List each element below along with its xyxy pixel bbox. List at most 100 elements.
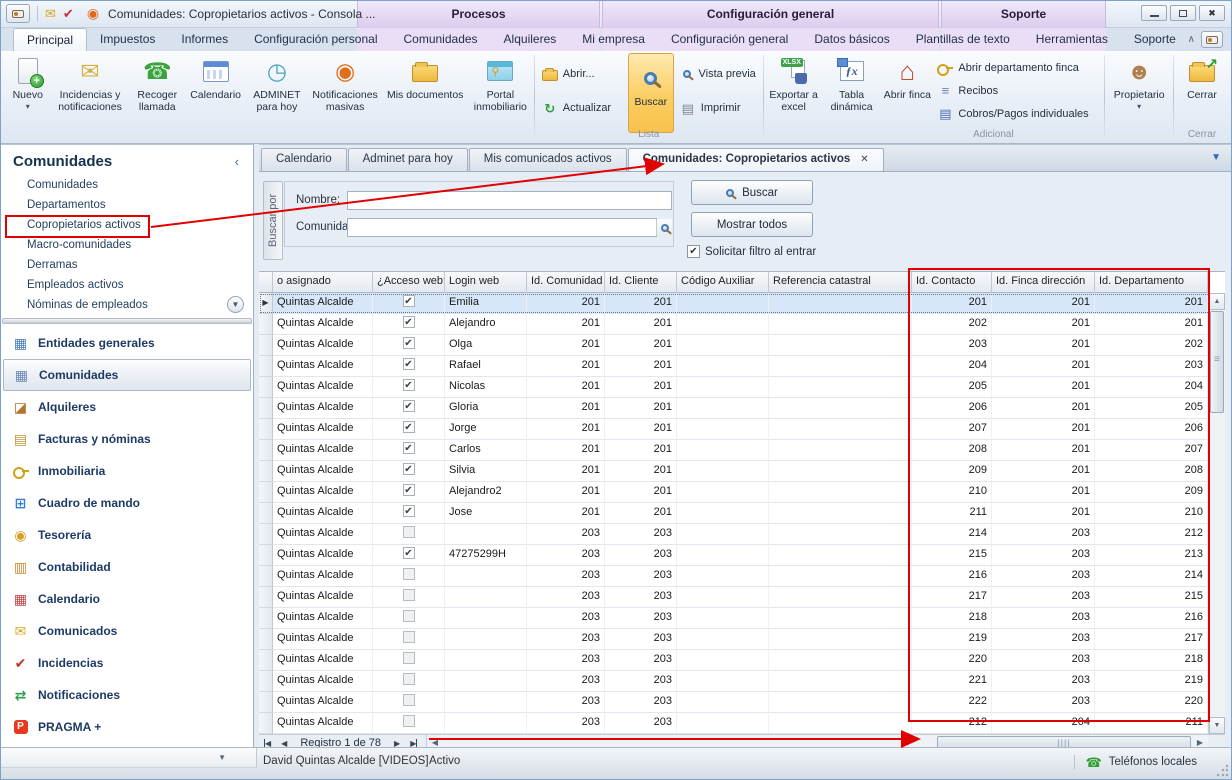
- portal-inmobiliario-button[interactable]: Portal inmobiliario: [468, 53, 533, 113]
- sidebar-item-macro-comunidades[interactable]: Macro-comunidades: [1, 235, 253, 255]
- solicitar-filtro-checkbox[interactable]: ✔: [687, 245, 700, 258]
- acceso-web-checkbox[interactable]: ✔: [403, 316, 415, 328]
- cobros-pagos-button[interactable]: ▤ Cobros/Pagos individuales: [933, 103, 1101, 125]
- sidebar-nav-pragma[interactable]: PPRAGMA +: [1, 711, 253, 743]
- table-row[interactable]: Quintas Alcalde203203219203217: [259, 629, 1225, 650]
- vista-previa-button[interactable]: Vista previa: [676, 63, 760, 85]
- help-button[interactable]: [1201, 31, 1223, 48]
- ribbon-tab-alquileres[interactable]: Alquileres: [491, 28, 570, 51]
- sidebar-item-nominas-de-empleados[interactable]: Nóminas de empleados: [1, 295, 253, 315]
- mis-documentos-button[interactable]: Mis documentos: [383, 53, 468, 101]
- buscar-ribbon-button[interactable]: Buscar: [628, 53, 674, 133]
- close-tab-icon[interactable]: ✕: [860, 153, 868, 171]
- telefonos-locales-button[interactable]: ☎ Teléfonos locales: [1074, 755, 1197, 769]
- table-row[interactable]: Quintas Alcalde✔Jose201201211201210: [259, 503, 1225, 524]
- acceso-web-checkbox[interactable]: ✔: [403, 421, 415, 433]
- minimize-button[interactable]: [1141, 5, 1167, 21]
- sidebar-item-empleados-activos[interactable]: Empleados activos: [1, 275, 253, 295]
- table-row[interactable]: Quintas Alcalde✔Carlos201201208201207: [259, 440, 1225, 461]
- column-header-id-finca-direccion[interactable]: Id. Finca dirección: [992, 272, 1095, 293]
- app-menu-button[interactable]: [6, 4, 30, 23]
- ribbon-tab-comunidades[interactable]: Comunidades: [391, 28, 491, 51]
- acceso-web-checkbox[interactable]: ✔: [403, 484, 415, 496]
- table-row[interactable]: Quintas Alcalde✔47275299H203203215203213: [259, 545, 1225, 566]
- abrir-button[interactable]: Abrir...: [538, 63, 626, 85]
- comunidad-input[interactable]: [347, 218, 657, 237]
- column-header-codigo-auxiliar[interactable]: Código Auxiliar: [677, 272, 769, 293]
- tasks-icon[interactable]: ✔: [63, 7, 74, 20]
- ribbon-tab-informes[interactable]: Informes: [168, 28, 241, 51]
- table-row[interactable]: Quintas Alcalde203203212204211: [259, 713, 1225, 734]
- sidebar-nav-calendario[interactable]: ▦Calendario: [1, 583, 253, 615]
- calendario-button[interactable]: Calendario: [185, 53, 246, 101]
- acceso-web-checkbox[interactable]: [403, 652, 415, 664]
- ribbon-tab-principal[interactable]: Principal: [13, 28, 87, 51]
- doc-tab-mis-comunicados-activos[interactable]: Mis comunicados activos: [469, 148, 627, 171]
- abrir-finca-button[interactable]: ⌂ Abrir finca: [883, 53, 931, 101]
- doc-tab-adminet-para-hoy[interactable]: Adminet para hoy: [348, 148, 468, 171]
- sidebar-nav-inmobiliaria[interactable]: Inmobiliaria: [1, 455, 253, 487]
- exportar-excel-button[interactable]: XLSX Exportar a excel: [765, 53, 823, 113]
- ribbon-tab-mi-empresa[interactable]: Mi empresa: [569, 28, 658, 51]
- acceso-web-checkbox[interactable]: [403, 610, 415, 622]
- sidebar-nav-facturas-y-nominas[interactable]: ▤Facturas y nóminas: [1, 423, 253, 455]
- sidebar-nav-comunicados[interactable]: ✉Comunicados: [1, 615, 253, 647]
- column-header-id-comunidad[interactable]: Id. Comunidad: [527, 272, 605, 293]
- acceso-web-checkbox[interactable]: ✔: [403, 463, 415, 475]
- sidebar-item-copropietarios-activos[interactable]: Copropietarios activos: [1, 215, 253, 235]
- incidencias-notificaciones-button[interactable]: ✉ Incidencias y notificaciones: [50, 53, 129, 113]
- comunidad-lookup-button[interactable]: [656, 219, 672, 236]
- ribbon-tab-plantillas-de-texto[interactable]: Plantillas de texto: [903, 28, 1023, 51]
- acceso-web-checkbox[interactable]: [403, 589, 415, 601]
- tab-list-dropdown-icon[interactable]: ▼: [1211, 152, 1221, 163]
- acceso-web-checkbox[interactable]: ✔: [403, 295, 415, 307]
- table-row[interactable]: Quintas Alcalde✔Nicolas201201205201204: [259, 377, 1225, 398]
- acceso-web-checkbox[interactable]: ✔: [403, 547, 415, 559]
- nombre-input[interactable]: [347, 191, 672, 210]
- acceso-web-checkbox[interactable]: [403, 526, 415, 538]
- vertical-scroll-thumb[interactable]: [1210, 311, 1224, 413]
- doc-tab-comunidades-copropietarios-activos[interactable]: Comunidades: Copropietarios activos✕: [628, 148, 884, 171]
- actualizar-button[interactable]: ↻ Actualizar: [538, 97, 626, 119]
- table-row[interactable]: Quintas Alcalde✔Alejandro201201202201201: [259, 314, 1225, 335]
- table-row[interactable]: Quintas Alcalde203203214203212: [259, 524, 1225, 545]
- cerrar-button[interactable]: ↗ Cerrar: [1175, 53, 1229, 101]
- doc-tab-calendario[interactable]: Calendario: [261, 148, 347, 171]
- acceso-web-checkbox[interactable]: ✔: [403, 505, 415, 517]
- acceso-web-checkbox[interactable]: ✔: [403, 442, 415, 454]
- nuevo-button[interactable]: + Nuevo▾: [5, 53, 50, 111]
- acceso-web-checkbox[interactable]: ✔: [403, 337, 415, 349]
- column-header-id-contacto[interactable]: Id. Contacto: [912, 272, 992, 293]
- sidebar-item-derramas[interactable]: Derramas: [1, 255, 253, 275]
- acceso-web-checkbox[interactable]: [403, 673, 415, 685]
- table-row[interactable]: Quintas Alcalde203203220203218: [259, 650, 1225, 671]
- restore-button[interactable]: [1170, 5, 1196, 21]
- recibos-button[interactable]: ≡ Recibos: [933, 80, 1101, 102]
- table-row[interactable]: Quintas Alcalde✔Silvia201201209201208: [259, 461, 1225, 482]
- sidebar-nav-alquileres[interactable]: ◪Alquileres: [1, 391, 253, 423]
- acceso-web-checkbox[interactable]: ✔: [403, 379, 415, 391]
- recoger-llamada-button[interactable]: ☎ Recoger llamada: [130, 53, 185, 113]
- resize-grip[interactable]: [1216, 764, 1229, 777]
- column-header-id-cliente[interactable]: Id. Cliente: [605, 272, 677, 293]
- sidebar-nav-incidencias[interactable]: ✔Incidencias: [1, 647, 253, 679]
- scroll-down-icon[interactable]: ▼: [1209, 717, 1225, 734]
- sidebar-nav-tesoreria[interactable]: ◉Tesorería: [1, 519, 253, 551]
- table-row[interactable]: Quintas Alcalde✔Gloria201201206201205: [259, 398, 1225, 419]
- sidebar-splitter[interactable]: [2, 318, 252, 324]
- abrir-departamento-finca-button[interactable]: Abrir departamento finca: [933, 57, 1101, 79]
- table-row[interactable]: Quintas Alcalde203203221203219: [259, 671, 1225, 692]
- table-row[interactable]: Quintas Alcalde203203217203215: [259, 587, 1225, 608]
- imprimir-button[interactable]: ▤ Imprimir: [676, 97, 760, 119]
- table-row[interactable]: Quintas Alcalde✔Rafael201201204201203: [259, 356, 1225, 377]
- notificaciones-masivas-button[interactable]: ◉ Notificaciones masivas: [308, 53, 383, 113]
- ribbon-tab-configuracion-personal[interactable]: Configuración personal: [241, 28, 390, 51]
- column-header-login-web[interactable]: Login web: [445, 272, 527, 293]
- acceso-web-checkbox[interactable]: [403, 715, 415, 727]
- sidebar-nav-comunidades[interactable]: ▦Comunidades: [3, 359, 251, 391]
- mostrar-todos-button[interactable]: Mostrar todos: [691, 212, 813, 237]
- sidebar-item-comunidades[interactable]: Comunidades: [1, 175, 253, 195]
- acceso-web-checkbox[interactable]: ✔: [403, 358, 415, 370]
- sidebar-nav-entidades-generales[interactable]: ▦Entidades generales: [1, 327, 253, 359]
- close-button[interactable]: ✖: [1199, 5, 1225, 21]
